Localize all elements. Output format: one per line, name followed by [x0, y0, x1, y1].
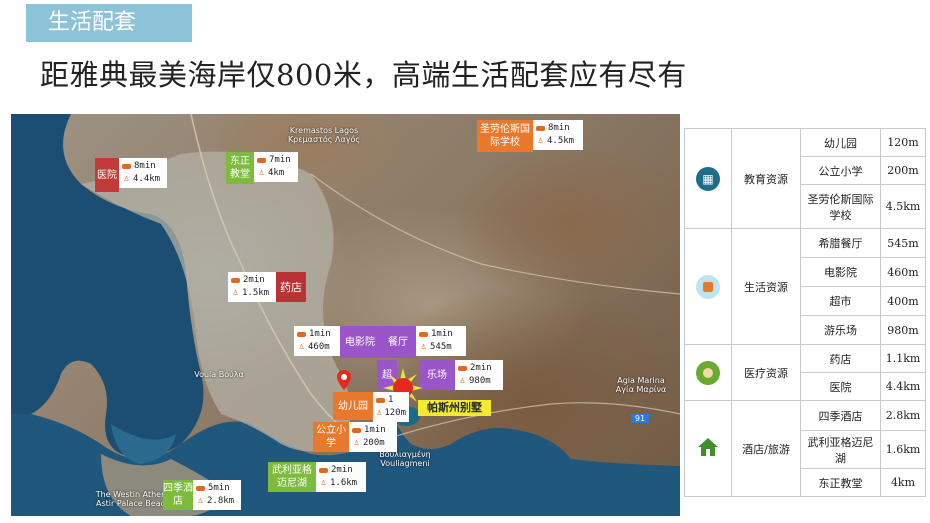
table-cell-distance: 1.6km	[880, 430, 926, 469]
table-cell-name: 希腊餐厅	[800, 228, 881, 258]
poi-lake-info: 2min ♙ 1.6km	[316, 462, 366, 492]
walk-icon: ♙	[197, 496, 204, 506]
table-cell-distance: 4.4km	[880, 372, 926, 401]
shopping-bag-icon	[696, 274, 720, 299]
car-icon	[458, 366, 467, 371]
table-cell-distance: 200m	[880, 156, 926, 185]
table-cell-distance: 545m	[880, 228, 926, 258]
map-label-vouliagmeni: Βουλιαγμένη Vouliagmeni	[379, 450, 431, 468]
table-cell-name: 电影院	[800, 257, 881, 287]
table-cell-distance: 4.5km	[880, 184, 926, 229]
road-shield: 91	[631, 414, 649, 423]
car-icon	[196, 486, 205, 491]
table-cell-name: 超市	[800, 286, 881, 316]
walk-icon: ♙	[420, 342, 427, 352]
table-cell-distance: 4km	[880, 468, 926, 497]
medical-icon-cell	[684, 344, 732, 401]
poi-church-tag[interactable]: 东正教堂	[226, 152, 254, 184]
poi-pharmacy-info: 2min ♙ 1.5km	[228, 272, 280, 302]
car-icon	[257, 158, 266, 163]
table-cell-distance: 460m	[880, 257, 926, 287]
poi-cinema-tag[interactable]: 电影院	[340, 326, 380, 358]
table-cell-distance: 120m	[880, 128, 926, 157]
table-cell-distance: 980m	[880, 315, 926, 345]
walk-icon: ♙	[376, 408, 382, 418]
walk-icon: ♙	[353, 438, 360, 448]
car-icon	[376, 398, 385, 403]
category-travel: 酒店/旅游	[731, 400, 801, 497]
table-cell-name: 幼儿园	[800, 128, 881, 157]
villa-label[interactable]: 帕斯州别墅	[418, 400, 491, 416]
doctor-icon	[696, 360, 720, 385]
poi-kindergarten-info: 1 ♙ 120m	[373, 392, 409, 422]
car-icon	[231, 278, 240, 283]
category-education: 教育资源	[731, 128, 801, 229]
table-cell-name: 四季酒店	[800, 400, 881, 431]
category-living: 生活资源	[731, 228, 801, 345]
poi-lake-tag[interactable]: 武利亚格迈尼湖	[268, 462, 316, 492]
car-icon	[536, 126, 545, 131]
poi-church-info: 7min ♙ 4km	[254, 152, 298, 182]
car-icon	[419, 332, 428, 337]
poi-pharmacy-tag[interactable]: 药店	[276, 272, 306, 302]
table-cell-name: 武利亚格迈尼湖	[800, 430, 881, 469]
poi-school-info: 8min ♙ 4.5km	[533, 120, 583, 150]
table-cell-distance: 400m	[880, 286, 926, 316]
table-cell-name: 公立小学	[800, 156, 881, 185]
living-icon-cell	[684, 228, 732, 345]
table-cell-distance: 2.8km	[880, 400, 926, 431]
walk-icon: ♙	[232, 288, 239, 298]
poi-hospital-info: 8min ♙ 4.4km	[119, 158, 167, 188]
table-cell-name: 医院	[800, 372, 881, 401]
table-cell-name: 游乐场	[800, 315, 881, 345]
car-icon	[352, 428, 361, 433]
table-cell-name: 药店	[800, 344, 881, 373]
walk-icon: ♙	[320, 478, 327, 488]
walk-icon: ♙	[537, 136, 544, 146]
poi-restaurant-tag[interactable]: 餐厅	[380, 326, 416, 358]
poi-restaurant-info: 1min ♙ 545m	[416, 326, 466, 356]
poi-kindergarten-tag[interactable]: 幼儿园	[333, 392, 373, 420]
travel-icon-cell	[684, 400, 732, 497]
walk-icon: ♙	[258, 168, 265, 178]
headline: 距雅典最美海岸仅800米，高端生活配套应有尽有	[40, 58, 687, 92]
map-label-westin: The Westin Athens Astir Palace Beach	[95, 490, 171, 508]
car-icon	[122, 164, 131, 169]
map-label-voula: Voula Βούλα	[194, 370, 244, 379]
poi-primary-info: 1min ♙ 200m	[349, 422, 397, 452]
section-header: 生活配套	[26, 4, 192, 42]
car-icon	[319, 468, 328, 473]
education-icon-cell: ▦	[684, 128, 732, 229]
house-icon	[698, 438, 718, 456]
poi-amusement-info: 2min ♙ 980m	[455, 360, 503, 390]
poi-hotel-tag[interactable]: 四季酒店	[163, 480, 193, 510]
poi-primary-tag[interactable]: 公立小学	[313, 422, 349, 452]
poi-hotel-info: 5min ♙ 2.8km	[193, 480, 241, 510]
satellite-map[interactable]: Kremastos Lagos Κρεμαστός Λαγός Voula Βο…	[11, 114, 680, 516]
walk-icon: ♙	[459, 376, 466, 386]
car-icon	[297, 332, 306, 337]
poi-school-tag[interactable]: 圣劳伦斯国际学校	[477, 120, 533, 152]
table-cell-distance: 1.1km	[880, 344, 926, 373]
poi-cinema-info: 1min ♙ 460m	[294, 326, 344, 356]
walk-icon: ♙	[123, 174, 130, 184]
amenities-table: ▦ 教育资源 幼儿园 120m 公立小学 200m 圣劳伦斯国际学校 4.5km…	[684, 128, 926, 497]
category-medical: 医疗资源	[731, 344, 801, 401]
poi-amusement-tag[interactable]: 乐场	[419, 360, 455, 390]
map-label-agia-marina: Agia Marina Αγία Μαρίνα	[615, 376, 667, 394]
walk-icon: ♙	[298, 342, 305, 352]
map-label-kremastos: Kremastos Lagos Κρεμαστός Λαγός	[287, 126, 361, 144]
table-cell-name: 圣劳伦斯国际学校	[800, 184, 881, 229]
location-pin-icon	[337, 370, 351, 390]
table-cell-name: 东正教堂	[800, 468, 881, 497]
poi-hospital-tag[interactable]: 医院	[95, 158, 119, 192]
school-icon: ▦	[696, 166, 720, 191]
